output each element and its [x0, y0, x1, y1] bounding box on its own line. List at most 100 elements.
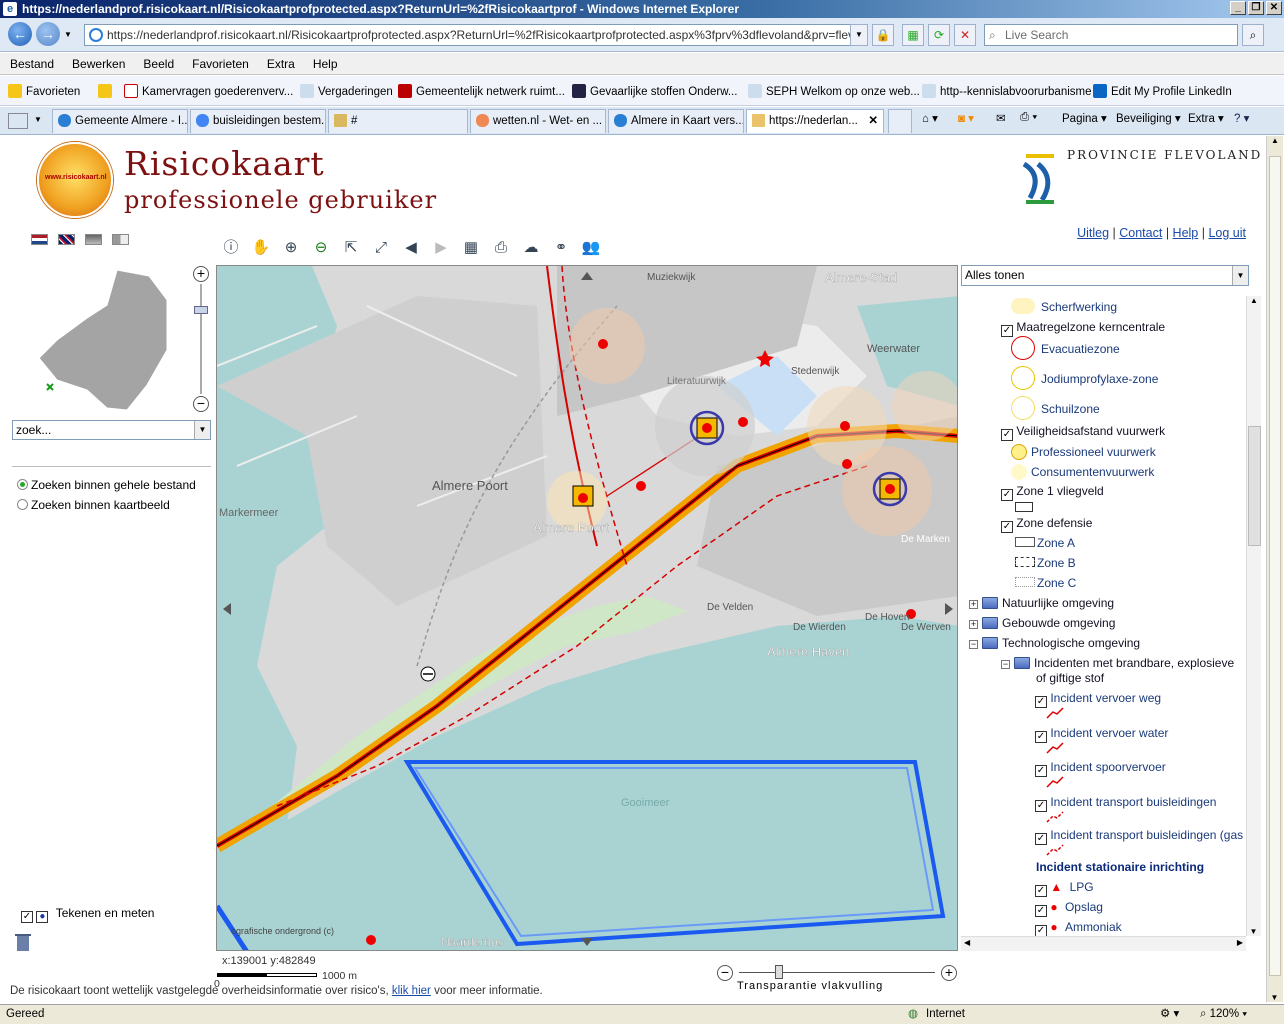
- tab-3[interactable]: #: [328, 109, 468, 133]
- tab-list-dropdown-icon[interactable]: ▼: [34, 115, 42, 124]
- add-favorite-icon[interactable]: [98, 84, 116, 98]
- menu-bestand[interactable]: Bestand: [0, 53, 62, 74]
- security-menu[interactable]: Beveiliging ▾: [1116, 111, 1181, 125]
- print-icon[interactable]: ⎙ ▾: [1020, 111, 1037, 124]
- more-info-link[interactable]: klik hier: [392, 985, 431, 997]
- fav-item-4[interactable]: Gevaarlijke stoffen Onderw...: [572, 84, 737, 98]
- draw-measure-toggle[interactable]: ✓ ● Tekenen en meten: [21, 906, 154, 923]
- tab-4[interactable]: wetten.nl - Wet- en ...: [470, 109, 606, 133]
- english-flag-icon[interactable]: [58, 234, 75, 245]
- chevron-down-icon[interactable]: ▼: [194, 421, 210, 439]
- feeds-icon[interactable]: ◙ ▾: [958, 111, 974, 125]
- fav-item-2[interactable]: Vergaderingen: [300, 84, 393, 98]
- stop-icon[interactable]: ✕: [954, 24, 976, 46]
- page-menu[interactable]: Pagina ▾: [1062, 111, 1107, 125]
- help-link[interactable]: Help: [1173, 226, 1199, 240]
- legend-filter-select[interactable]: Alles tonen ▼: [961, 265, 1249, 286]
- help-icon[interactable]: ? ▾: [1234, 111, 1249, 125]
- minimize-button[interactable]: _: [1230, 1, 1246, 15]
- close-window-button[interactable]: ✕: [1266, 1, 1282, 15]
- users-icon[interactable]: 👥: [579, 236, 603, 260]
- legend-natuurlijk[interactable]: + Natuurlijke omgeving: [969, 596, 1114, 610]
- zoom-knob[interactable]: [194, 306, 208, 314]
- page-scrollbar[interactable]: ▲ ▼: [1266, 136, 1283, 1002]
- legend-incidenten[interactable]: − Incidenten met brandbare, explosieve: [1001, 656, 1234, 670]
- search-combobox[interactable]: zoek... ▼: [12, 420, 211, 440]
- overview-map[interactable]: [17, 260, 187, 410]
- forward-button[interactable]: →: [36, 22, 60, 46]
- legend-buis-gas[interactable]: ✓ Incident transport buisleidingen (gas: [1035, 828, 1243, 845]
- fav-item-3[interactable]: Gemeentelijk netwerk ruimt...: [398, 84, 565, 98]
- transparency-slider[interactable]: − + Transparantie vlakvulling: [715, 962, 959, 992]
- zoom-slider[interactable]: + −: [193, 266, 209, 412]
- map-view[interactable]: Muziekwijk Almere-Stad Weerwater Stedenw…: [216, 265, 958, 951]
- zoom-out-icon[interactable]: ⊖: [309, 236, 333, 260]
- cloud-icon[interactable]: ☁: [519, 236, 543, 260]
- tab-5[interactable]: Almere in Kaart vers...: [608, 109, 744, 133]
- legend-gebouwd[interactable]: + Gebouwde omgeving: [969, 616, 1115, 630]
- legend-zone1[interactable]: ✓ Zone 1 vliegveld: [1001, 484, 1104, 501]
- contact-link[interactable]: Contact: [1119, 226, 1162, 240]
- grid-icon[interactable]: ▦: [459, 236, 483, 260]
- close-tab-icon[interactable]: ✕: [868, 110, 878, 132]
- history-dropdown-icon[interactable]: ▼: [64, 30, 72, 39]
- lock-icon[interactable]: 🔒: [872, 24, 894, 46]
- compatibility-icon[interactable]: ▦: [902, 24, 924, 46]
- tab-active[interactable]: https://nederlan... ✕: [746, 109, 884, 133]
- menu-favorieten[interactable]: Favorieten: [182, 53, 257, 74]
- legend-defensie[interactable]: ✓ Zone defensie: [1001, 516, 1092, 533]
- legend-maatregel[interactable]: ✓ Maatregelzone kerncentrale: [1001, 320, 1165, 337]
- transparency-plus-icon[interactable]: +: [941, 965, 957, 981]
- uitleg-link[interactable]: Uitleg: [1077, 226, 1109, 240]
- fav-item-7[interactable]: Edit My Profile LinkedIn: [1093, 84, 1232, 98]
- address-input[interactable]: https://nederlandprof.risicokaart.nl/Ris…: [84, 24, 868, 46]
- search-view-radio[interactable]: Zoeken binnen kaartbeeld: [17, 498, 170, 512]
- fav-item-5[interactable]: SEPH Welkom op onze web...: [748, 84, 920, 98]
- dutch-flag-icon[interactable]: [31, 234, 48, 245]
- favorites-button[interactable]: Favorieten: [8, 84, 80, 98]
- transparency-knob[interactable]: [775, 965, 783, 979]
- search-whole-radio[interactable]: Zoeken binnen gehele bestand: [17, 478, 196, 492]
- full-extent-icon[interactable]: ⤢: [369, 236, 393, 260]
- legend-opslag[interactable]: ✓ ● Opslag: [1035, 900, 1103, 917]
- menu-extra[interactable]: Extra: [257, 53, 303, 74]
- legend-horizontal-scrollbar[interactable]: ◀ ▶: [961, 936, 1246, 951]
- back-button[interactable]: ←: [8, 22, 32, 46]
- protected-mode-icon[interactable]: ⚙ ▾: [1160, 1005, 1179, 1024]
- legend-ammoniak[interactable]: ✓ ● Ammoniak: [1035, 920, 1122, 936]
- zoom-in-icon[interactable]: ⊕: [279, 236, 303, 260]
- restore-button[interactable]: ❐: [1248, 1, 1264, 15]
- search-go-button[interactable]: ⌕: [1242, 24, 1264, 46]
- forward-extent-icon[interactable]: ▶: [429, 236, 453, 260]
- fav-item-6[interactable]: http--kennislabvoorurbanisme: [922, 84, 1092, 98]
- menu-help[interactable]: Help: [303, 53, 346, 74]
- contrast-icon[interactable]: [85, 234, 102, 245]
- new-tab-button[interactable]: [888, 109, 912, 133]
- transparency-minus-icon[interactable]: −: [717, 965, 733, 981]
- legend-veiligheid[interactable]: ✓ Veiligheidsafstand vuurwerk: [1001, 424, 1165, 441]
- trash-icon[interactable]: [14, 932, 32, 952]
- refresh-icon[interactable]: ⟳: [928, 24, 950, 46]
- address-dropdown-icon[interactable]: ▼: [850, 24, 868, 46]
- link-icon[interactable]: ⚭: [549, 236, 573, 260]
- home-icon[interactable]: ⌂ ▾: [922, 111, 938, 125]
- draw-checkbox[interactable]: ✓: [21, 911, 33, 923]
- zoom-previous-icon[interactable]: ⇱: [339, 236, 363, 260]
- tools-menu[interactable]: Extra ▾: [1188, 111, 1224, 125]
- back-extent-icon[interactable]: ◀: [399, 236, 423, 260]
- pan-hand-icon[interactable]: ✋: [249, 236, 273, 260]
- menu-beeld[interactable]: Beeld: [133, 53, 182, 74]
- grayscale-icon[interactable]: [112, 234, 129, 245]
- print-map-icon[interactable]: ⎙: [489, 236, 513, 260]
- tab-1[interactable]: Gemeente Almere - I...: [52, 109, 188, 133]
- zoom-plus-icon[interactable]: +: [193, 266, 209, 282]
- zoom-level[interactable]: ⌕ 120% ▾: [1200, 1005, 1247, 1024]
- quick-tabs-icon[interactable]: [8, 113, 28, 129]
- zoom-minus-icon[interactable]: −: [193, 396, 209, 412]
- fav-item-1[interactable]: Kamervragen goederenverv...: [124, 84, 293, 98]
- mail-icon[interactable]: ✉: [996, 111, 1006, 125]
- logout-link[interactable]: Log uit: [1208, 226, 1246, 240]
- chevron-down-icon[interactable]: ▼: [1232, 266, 1248, 285]
- legend-technologisch[interactable]: − Technologische omgeving: [969, 636, 1140, 650]
- live-search-input[interactable]: ⌕ Live Search: [984, 24, 1238, 46]
